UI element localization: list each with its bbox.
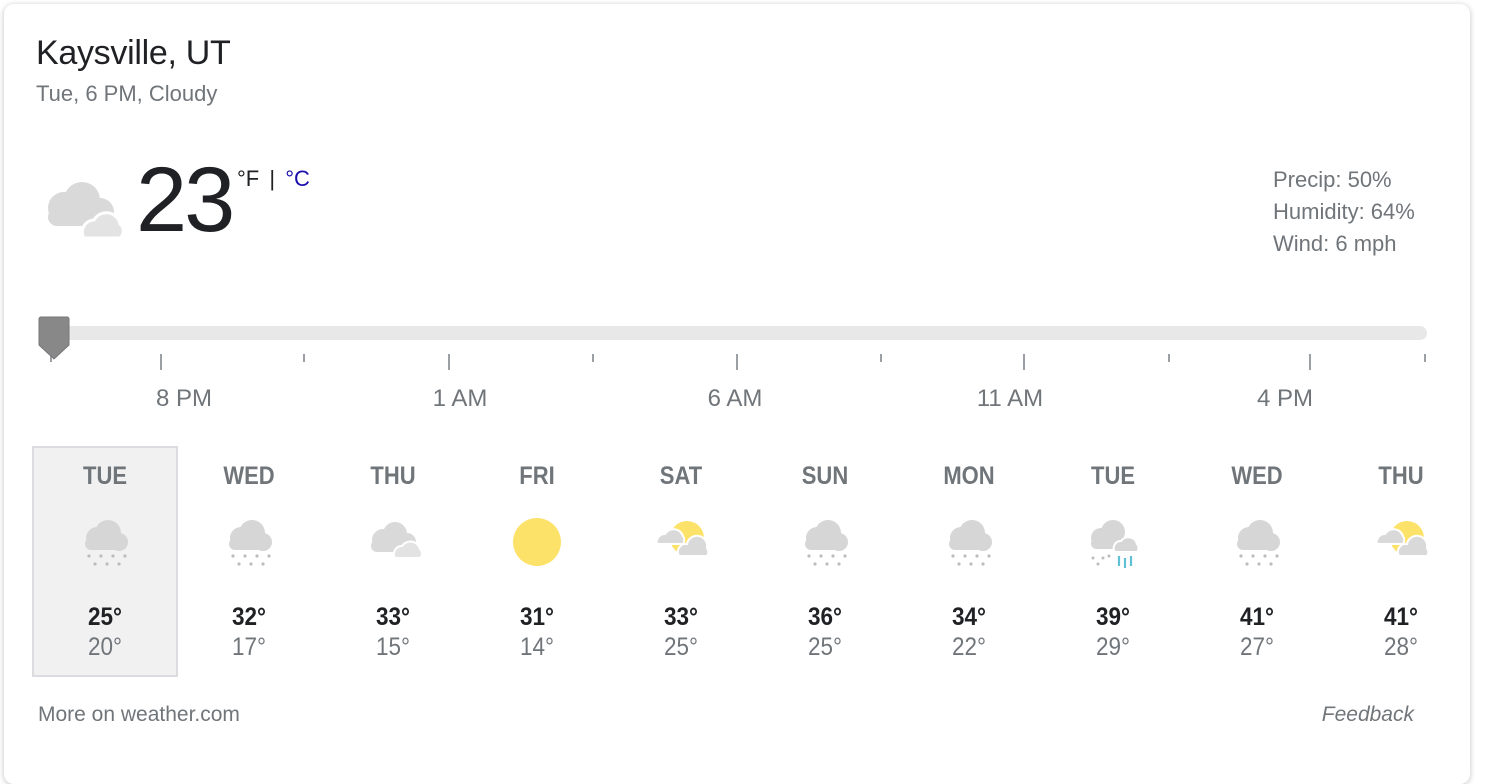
day-name: MON [943, 462, 995, 490]
high-temp: 41° [1383, 603, 1419, 631]
unit-separator: | [269, 166, 276, 191]
forecast-day-2[interactable]: THU 33° 15° [320, 446, 466, 677]
partly-cloudy-icon [655, 521, 710, 557]
forecast-day-3[interactable]: FRI 31° 14° [464, 446, 610, 677]
forecast-day-4[interactable]: SAT 33° 25° [608, 446, 754, 677]
unit-toggle: °F | °C [237, 166, 310, 192]
day-name: THU [1378, 462, 1424, 490]
high-temp: 39° [1095, 603, 1131, 631]
day-name: SAT [659, 462, 703, 490]
forecast-day-1[interactable]: WED 32° 17° [176, 446, 322, 677]
high-temp: 32° [231, 603, 267, 631]
timeline-label: 11 AM [976, 385, 1044, 412]
low-temp: 15° [375, 633, 411, 661]
rain-snow-icon [1091, 520, 1140, 568]
snow-icon [229, 520, 272, 566]
day-name: FRI [519, 462, 555, 490]
forecast-day-8[interactable]: WED 41° 27° [1184, 446, 1330, 677]
high-temp: 31° [519, 603, 555, 631]
high-temp: 33° [375, 603, 411, 631]
high-temp: 33° [663, 603, 699, 631]
timeline-major-tick [160, 354, 162, 370]
timeline-major-tick [736, 354, 738, 370]
low-temp: 25° [807, 633, 843, 661]
day-name: WED [223, 462, 275, 490]
timeline-minor-tick [303, 354, 305, 362]
timeline-label: 8 PM [155, 385, 213, 412]
current-conditions-subtitle: Tue, 6 PM, Cloudy [36, 81, 218, 106]
timeline-label: 6 AM [707, 385, 763, 412]
day-name: SUN [801, 462, 849, 490]
timeline-major-tick [1309, 354, 1311, 370]
forecast-day-9[interactable]: THU 41° 28° [1328, 446, 1474, 677]
feedback-link[interactable]: Feedback [1322, 703, 1414, 727]
low-temp: 17° [231, 633, 267, 661]
timeline-minor-tick [1168, 354, 1170, 362]
high-temp: 36° [807, 603, 843, 631]
high-temp: 34° [951, 603, 987, 631]
forecast-day-6[interactable]: MON 34° 22° [896, 446, 1042, 677]
low-temp: 22° [951, 633, 987, 661]
timeline-minor-tick [1424, 354, 1426, 362]
low-temp: 14° [519, 633, 555, 661]
day-name: THU [370, 462, 416, 490]
snow-icon [85, 520, 128, 566]
timeline-major-tick [1023, 354, 1025, 370]
timeline-slider-thumb[interactable] [37, 315, 71, 361]
weather-card: Kaysville, UT Tue, 6 PM, Cloudy 23 °F | … [4, 4, 1470, 784]
celsius-unit-link[interactable]: °C [285, 166, 310, 191]
high-temp: 25° [87, 603, 123, 631]
fahrenheit-unit[interactable]: °F [237, 166, 259, 191]
forecast-day-0[interactable]: TUE 25° 20° [32, 446, 178, 677]
precip-text: Precip: 50% [1273, 167, 1392, 192]
more-on-weather-link[interactable]: More on weather.com [38, 703, 240, 727]
low-temp: 20° [87, 633, 123, 661]
day-name: TUE [1091, 462, 1135, 490]
sunny-icon [513, 518, 561, 566]
low-temp: 28° [1383, 633, 1419, 661]
forecast-day-5[interactable]: SUN 36° 25° [752, 446, 898, 677]
forecast-day-7[interactable]: TUE 39° 29° [1040, 446, 1186, 677]
wind-text: Wind: 6 mph [1273, 231, 1397, 256]
timeline-label: 4 PM [1256, 385, 1314, 412]
location-title: Kaysville, UT [36, 34, 231, 72]
high-temp: 41° [1239, 603, 1275, 631]
timeline-minor-tick [592, 354, 594, 362]
day-name: WED [1231, 462, 1283, 490]
snow-icon [1237, 520, 1280, 566]
partly-cloudy-icon [1375, 521, 1430, 557]
timeline-minor-tick [880, 354, 882, 362]
day-name: TUE [83, 462, 127, 490]
cloudy-icon [48, 182, 125, 240]
low-temp: 29° [1095, 633, 1131, 661]
timeline-label: 1 AM [432, 385, 488, 412]
low-temp: 27° [1239, 633, 1275, 661]
timeline-major-tick [448, 354, 450, 370]
humidity-text: Humidity: 64% [1273, 199, 1415, 224]
cloudy-icon [371, 522, 423, 559]
snow-icon [949, 520, 992, 566]
weather-details: Precip: 50% Humidity: 64% Wind: 6 mph [1273, 164, 1415, 260]
snow-icon [805, 520, 848, 566]
timeline-slider-track[interactable] [46, 326, 1427, 340]
current-temperature: 23 [136, 149, 235, 251]
low-temp: 25° [663, 633, 699, 661]
